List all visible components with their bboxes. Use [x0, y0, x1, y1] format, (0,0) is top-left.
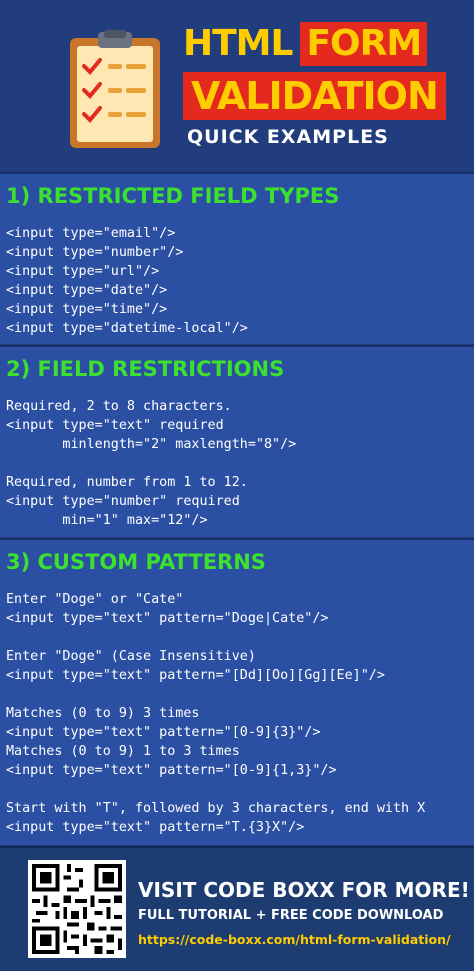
code-line: Required, number from 1 to 12.: [6, 475, 248, 490]
code-line: <input type="datetime-local"/>: [6, 321, 248, 336]
code-line: <input type="text" pattern="Doge|Cate"/>: [6, 611, 329, 626]
clipboard-checklist-icon: [70, 30, 160, 148]
code-line: Matches (0 to 9) 3 times: [6, 706, 200, 721]
section-field-restrictions: 2) FIELD RESTRICTIONS Required, 2 to 8 c…: [0, 345, 474, 537]
title-word-form: FORM: [300, 22, 428, 66]
title-word-html: HTML: [183, 23, 293, 64]
code-line: minlength="2" maxlength="8"/>: [6, 437, 297, 452]
section-restricted-field-types: 1) RESTRICTED FIELD TYPES <input type="e…: [0, 172, 474, 344]
code-block: Required, 2 to 8 characters. <input type…: [0, 397, 474, 530]
section-title: 3) CUSTOM PATTERNS: [6, 550, 266, 574]
code-line: <input type="number"/>: [6, 245, 184, 260]
code-line: Required, 2 to 8 characters.: [6, 399, 232, 414]
code-line: <input type="text" pattern="T.{3}X"/>: [6, 820, 305, 835]
code-line: <input type="number" required: [6, 494, 240, 509]
code-line: Enter "Doge" or "Cate": [6, 592, 184, 607]
code-line: <input type="text" required: [6, 418, 224, 433]
code-block: Enter "Doge" or "Cate" <input type="text…: [0, 590, 474, 837]
subtitle: QUICK EXAMPLES: [187, 126, 389, 148]
code-line: <input type="date"/>: [6, 283, 168, 298]
code-line: <input type="text" pattern="[Dd][Oo][Gg]…: [6, 668, 385, 683]
header: HTML FORM VALIDATION QUICK EXAMPLES: [0, 0, 474, 170]
section-title: 2) FIELD RESTRICTIONS: [6, 357, 285, 381]
code-line: Matches (0 to 9) 1 to 3 times: [6, 744, 240, 759]
title-validation: VALIDATION: [183, 72, 446, 120]
code-line: <input type="time"/>: [6, 302, 168, 317]
code-line: min="1" max="12"/>: [6, 513, 208, 528]
code-line: <input type="text" pattern="[0-9]{1,3}"/…: [6, 763, 337, 778]
footer-subtitle: FULL TUTORIAL + FREE CODE DOWNLOAD: [138, 908, 444, 923]
footer-title: VISIT CODE BOXX FOR MORE!: [138, 878, 470, 902]
infographic: HTML FORM VALIDATION QUICK EXAMPLES 1) R…: [0, 0, 474, 971]
code-line: <input type="email"/>: [6, 226, 176, 241]
code-block: <input type="email"/> <input type="numbe…: [0, 224, 474, 338]
footer: VISIT CODE BOXX FOR MORE! FULL TUTORIAL …: [0, 846, 474, 971]
qr-code-icon[interactable]: [28, 860, 126, 958]
title-block: HTML FORM VALIDATION QUICK EXAMPLES: [183, 22, 463, 148]
section-custom-patterns: 3) CUSTOM PATTERNS Enter "Doge" or "Cate…: [0, 538, 474, 845]
code-line: <input type="text" pattern="[0-9]{3}"/>: [6, 725, 321, 740]
code-line: Start with "T", followed by 3 characters…: [6, 801, 426, 816]
section-title: 1) RESTRICTED FIELD TYPES: [6, 184, 340, 208]
code-line: Enter "Doge" (Case Insensitive): [6, 649, 256, 664]
code-line: <input type="url"/>: [6, 264, 160, 279]
footer-link[interactable]: https://code-boxx.com/html-form-validati…: [138, 932, 451, 947]
